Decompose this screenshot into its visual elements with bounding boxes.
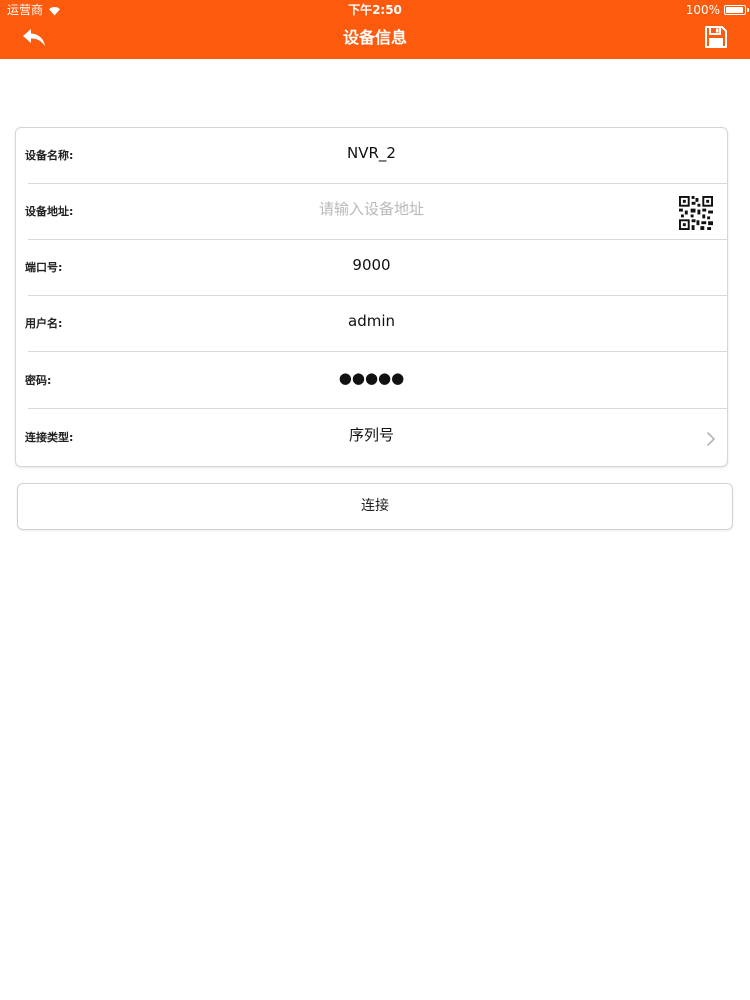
device-form: 设备名称: NVR_2 设备地址: 请输入设备地址 端口号: 9000 用户名:… [15,127,728,467]
form-row-password[interactable]: 密码: ●●●●● [16,353,727,409]
status-bar: 运营商 下午2:50 100% [0,0,750,20]
battery-status: 100% [685,0,749,20]
battery-icon [724,5,749,15]
connect-button[interactable]: 连接 [17,483,733,530]
form-row-username[interactable]: 用户名: admin [16,296,727,352]
status-time: 下午2:50 [348,3,402,17]
connection-type-value[interactable]: 序列号 [126,410,617,460]
form-row-port[interactable]: 端口号: 9000 [16,240,727,296]
divider [28,408,727,409]
device-name-input[interactable]: NVR_2 [126,128,617,178]
device-name-label: 设备名称: [25,149,74,162]
form-row-connection-type[interactable]: 连接类型: 序列号 [16,410,727,466]
nav-bar: 设备信息 [0,20,750,59]
save-button[interactable] [704,25,728,49]
password-input[interactable]: ●●●●● [126,353,617,403]
username-label: 用户名: [25,317,63,330]
header-bar: 运营商 下午2:50 100% 设备信息 [0,0,750,59]
battery-percent: 100% [685,3,720,17]
divider [28,351,727,352]
connection-type-label: 连接类型: [25,431,74,444]
form-row-device-address[interactable]: 设备地址: 请输入设备地址 [16,184,727,240]
username-input[interactable]: admin [126,296,617,346]
qr-code-icon[interactable] [679,196,713,230]
page-title: 设备信息 [342,28,407,47]
port-input[interactable]: 9000 [126,240,617,290]
password-label: 密码: [25,374,52,387]
port-label: 端口号: [25,261,63,274]
form-row-device-name[interactable]: 设备名称: NVR_2 [16,128,727,184]
save-disk-icon [705,26,727,48]
device-address-input[interactable]: 请输入设备地址 [126,184,617,234]
chevron-right-icon [707,432,715,446]
device-address-label: 设备地址: [25,205,74,218]
battery-fill [726,7,743,13]
